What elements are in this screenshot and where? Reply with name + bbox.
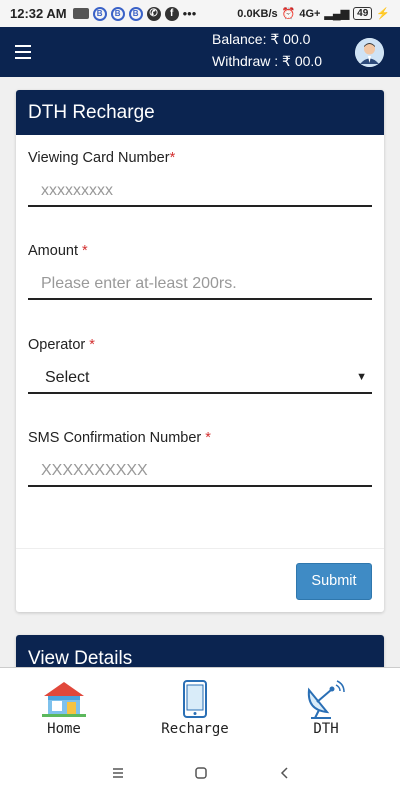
viewing-card-number-input[interactable]: xxxxxxxxx [28,174,372,207]
system-navigation-bar [0,749,400,800]
amount-input[interactable]: Please enter at-least 200rs. [28,267,372,300]
home-button-icon[interactable] [194,766,208,780]
view-details-card: View Details [16,635,384,667]
home-icon [42,682,86,717]
battery-level: 49 [357,8,369,19]
caret-down-icon: ▼ [356,371,367,383]
field-label: Operator * [28,337,95,353]
divider [16,548,384,549]
bottom-navigation: Home Recharge DTH [0,667,400,749]
operator-selected-value: Select [45,369,90,386]
nav-item-recharge[interactable]: Recharge [140,668,250,750]
app-header: Balance: ₹ 00.0 Withdraw : ₹ 00.0 [0,27,400,77]
more-dots-icon: ••• [182,6,197,21]
network-type: 4G+ [299,7,321,20]
required-mark: * [89,337,95,353]
whatsapp-icon: ✆ [146,6,161,21]
nav-label-dth: DTH [313,721,339,737]
facebook-icon: f [164,6,179,21]
dth-recharge-card: DTH Recharge Viewing Card Number* xxxxxx… [16,90,384,612]
message-icon [72,8,89,19]
viewing-card-number-field: Viewing Card Number* xxxxxxxxx [28,150,372,207]
notification-icon: B [110,6,125,21]
signal-icon: ▂▄▆ [324,8,350,20]
status-bar: 12:32 AM B B B ✆ f ••• 0.0KB/s ⏰ 4G+ ▂▄▆… [0,0,400,27]
notification-icon: B [92,6,107,21]
avatar[interactable] [355,38,384,67]
sms-confirmation-number-input[interactable]: XXXXXXXXXX [28,454,372,487]
operator-field: Operator * Select ▼ [28,337,372,394]
card-title: DTH Recharge [16,90,384,135]
operator-select[interactable]: Select ▼ [28,361,372,394]
required-mark: * [82,243,88,259]
satellite-dish-icon [307,680,345,719]
field-label: Amount * [28,243,88,259]
nav-item-dth[interactable]: DTH [271,668,381,750]
field-label: Viewing Card Number* [28,150,176,166]
status-time: 12:32 AM [10,6,67,21]
data-rate: 0.0KB/s [237,7,278,20]
withdraw-label: Withdraw : [212,53,279,69]
balance-line: Balance: ₹ 00.0 [212,31,310,48]
sms-confirmation-number-field: SMS Confirmation Number * XXXXXXXXXX [28,430,372,487]
mobile-phone-icon [183,680,207,718]
nav-item-home[interactable]: Home [9,668,119,750]
alarm-icon: ⏰ [281,8,296,20]
notification-icon: B [128,6,143,21]
amount-field: Amount * Please enter at-least 200rs. [28,243,372,300]
required-mark: * [169,150,176,166]
submit-button[interactable]: Submit [296,563,372,600]
view-details-title: View Details [16,635,384,667]
back-icon[interactable] [278,766,292,780]
withdraw-line: Withdraw : ₹ 00.0 [212,53,322,70]
nav-label-recharge: Recharge [161,721,229,737]
balance-label: Balance: [212,31,267,47]
required-mark: * [205,430,211,446]
content-area[interactable]: DTH Recharge Viewing Card Number* xxxxxx… [0,77,400,667]
nav-label-home: Home [47,721,81,737]
withdraw-value: ₹ 00.0 [282,53,323,69]
balance-value: ₹ 00.0 [270,31,311,47]
charging-icon: ⚡ [376,8,390,20]
battery-icon: 49 [353,7,373,20]
menu-icon[interactable] [15,45,31,59]
recent-apps-icon[interactable] [111,766,125,780]
field-label: SMS Confirmation Number * [28,430,211,446]
